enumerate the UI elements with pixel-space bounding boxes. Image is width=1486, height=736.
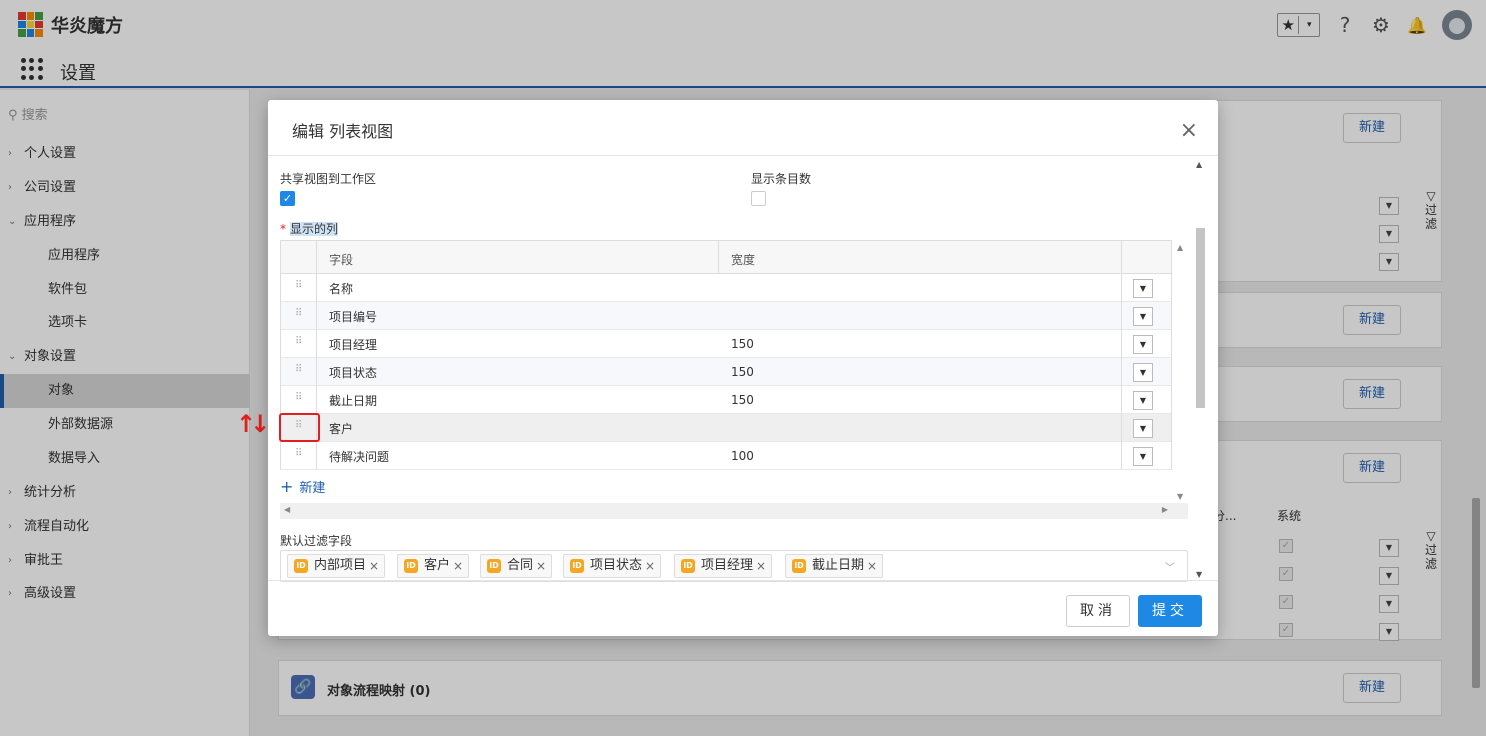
filter-tag: ID 合同 × [480, 554, 553, 578]
columns-table: 字段 宽度 ⠿ 名称 ▼ ⠿ 项目编号 ▼ ⠿ 项目经理 150 ▼ ⠿ 项目状… [280, 240, 1183, 501]
share-label: 共享视图到工作区 [280, 172, 377, 186]
field-width: 150 [731, 365, 754, 379]
scroll-left-icon[interactable]: ◀ [284, 505, 290, 514]
drag-arrows-icon: ↑↓ [236, 410, 270, 438]
field-name: 待解决问题 [329, 450, 390, 464]
drag-handle-icon[interactable]: ⠿ [295, 280, 302, 291]
scroll-down-icon[interactable]: ▼ [1196, 570, 1202, 579]
drag-handle-icon[interactable]: ⠿ [295, 392, 302, 403]
remove-tag-icon[interactable]: × [536, 555, 546, 577]
field-type-icon: ID [294, 559, 308, 573]
tag-label: 合同 [507, 558, 534, 573]
filter-tag: ID 客户 × [397, 554, 470, 578]
drag-handle-icon[interactable]: ⠿ [295, 336, 302, 347]
cancel-button[interactable]: 取消 [1066, 595, 1130, 627]
width-column-header: 宽度 [731, 253, 756, 267]
dialog-scrollbar[interactable]: ▲ ▼ [1194, 156, 1206, 581]
scroll-down-icon[interactable]: ▼ [1177, 492, 1183, 501]
remove-tag-icon[interactable]: × [453, 555, 463, 577]
field-type-icon: ID [570, 559, 584, 573]
drag-handle-icon[interactable]: ⠿ [295, 364, 302, 375]
row-menu-button[interactable]: ▼ [1133, 307, 1153, 326]
remove-tag-icon[interactable]: × [369, 555, 379, 577]
field-name: 项目经理 [329, 338, 378, 352]
scroll-right-icon[interactable]: ▶ [1162, 505, 1168, 514]
filter-tag: ID 截止日期 × [785, 554, 884, 578]
plus-icon: + [280, 477, 294, 496]
field-type-icon: ID [404, 559, 418, 573]
tag-label: 截止日期 [812, 558, 865, 573]
tag-label: 客户 [424, 558, 451, 573]
field-name: 截止日期 [329, 394, 378, 408]
chevron-down-icon[interactable]: ﹀ [1165, 559, 1175, 574]
row-menu-button[interactable]: ▼ [1133, 391, 1153, 410]
field-type-icon: ID [792, 559, 806, 573]
required-mark: * [280, 222, 286, 236]
add-column-label: 新建 [299, 481, 326, 496]
field-width: 150 [731, 393, 754, 407]
share-checkbox[interactable]: ✓ [280, 191, 295, 206]
horizontal-scrollbar[interactable]: ◀ ▶ [280, 503, 1188, 519]
dialog-body: ▲ ▼ 共享视图到工作区 ✓ 显示条目数 * 显示的列 字段 宽度 ⠿ 名称 ▼ … [268, 155, 1218, 582]
filter-tag: ID 项目经理 × [674, 554, 773, 578]
dialog-title: 编辑 列表视图 [292, 122, 394, 141]
submit-button[interactable]: 提交 [1138, 595, 1202, 627]
show-count-label: 显示条目数 [751, 172, 812, 186]
filter-tag: ID 项目状态 × [563, 554, 662, 578]
field-name: 名称 [329, 282, 354, 296]
table-scrollbar[interactable]: ▲ ▼ [1175, 241, 1189, 503]
default-filter-select[interactable]: ID 内部项目 × ID 客户 × ID 合同 × ID 项目状态 × ID 项目经理 × ID 截止… [280, 550, 1188, 582]
scroll-up-icon[interactable]: ▲ [1196, 160, 1202, 169]
field-type-icon: ID [487, 559, 501, 573]
show-count-checkbox[interactable] [751, 191, 766, 206]
table-header: 字段 宽度 [281, 241, 1171, 274]
drag-handle-icon[interactable]: ⠿ [295, 448, 302, 459]
add-column-button[interactable]: + 新建 [280, 477, 325, 496]
table-row[interactable]: ⠿ 名称 ▼ [281, 274, 1171, 302]
table-row[interactable]: ⠿ 项目经理 150 ▼ [281, 330, 1171, 358]
row-menu-button[interactable]: ▼ [1133, 363, 1153, 382]
field-name: 客户 [329, 422, 354, 436]
table-row[interactable]: ⠿ 截止日期 150 ▼ [281, 386, 1171, 414]
columns-label-text: 显示的列 [290, 222, 339, 236]
field-type-icon: ID [681, 559, 695, 573]
scrollbar-thumb[interactable] [1196, 228, 1205, 408]
row-menu-button[interactable]: ▼ [1133, 419, 1153, 438]
remove-tag-icon[interactable]: × [756, 555, 766, 577]
tag-label: 项目经理 [701, 558, 754, 573]
edit-list-view-dialog: 编辑 列表视图 × ▲ ▼ 共享视图到工作区 ✓ 显示条目数 * 显示的列 字段 … [268, 100, 1218, 636]
remove-tag-icon[interactable]: × [645, 555, 655, 577]
scroll-up-icon[interactable]: ▲ [1177, 243, 1183, 252]
close-icon[interactable]: × [1180, 118, 1198, 143]
table-row[interactable]: ⠿ 客户 ▼ [281, 414, 1171, 442]
tag-label: 内部项目 [314, 558, 367, 573]
drag-handle-icon[interactable]: ⠿ [295, 308, 302, 319]
filter-tag: ID 内部项目 × [287, 554, 386, 578]
field-column-header: 字段 [329, 253, 354, 267]
dialog-footer: 取消 提交 [268, 580, 1218, 636]
table-row[interactable]: ⠿ 项目状态 150 ▼ [281, 358, 1171, 386]
table-row[interactable]: ⠿ 项目编号 ▼ [281, 302, 1171, 330]
drag-handle-highlight [279, 413, 320, 442]
field-name: 项目状态 [329, 366, 378, 380]
field-width: 150 [731, 337, 754, 351]
row-menu-button[interactable]: ▼ [1133, 279, 1153, 298]
row-menu-button[interactable]: ▼ [1133, 335, 1153, 354]
table-row[interactable]: ⠿ 待解决问题 100 ▼ [281, 442, 1171, 470]
row-menu-button[interactable]: ▼ [1133, 447, 1153, 466]
field-width: 100 [731, 449, 754, 463]
field-name: 项目编号 [329, 310, 378, 324]
columns-label: * 显示的列 [280, 220, 339, 237]
tag-label: 项目状态 [590, 558, 643, 573]
remove-tag-icon[interactable]: × [867, 555, 877, 577]
default-filter-label: 默认过滤字段 [280, 534, 353, 548]
